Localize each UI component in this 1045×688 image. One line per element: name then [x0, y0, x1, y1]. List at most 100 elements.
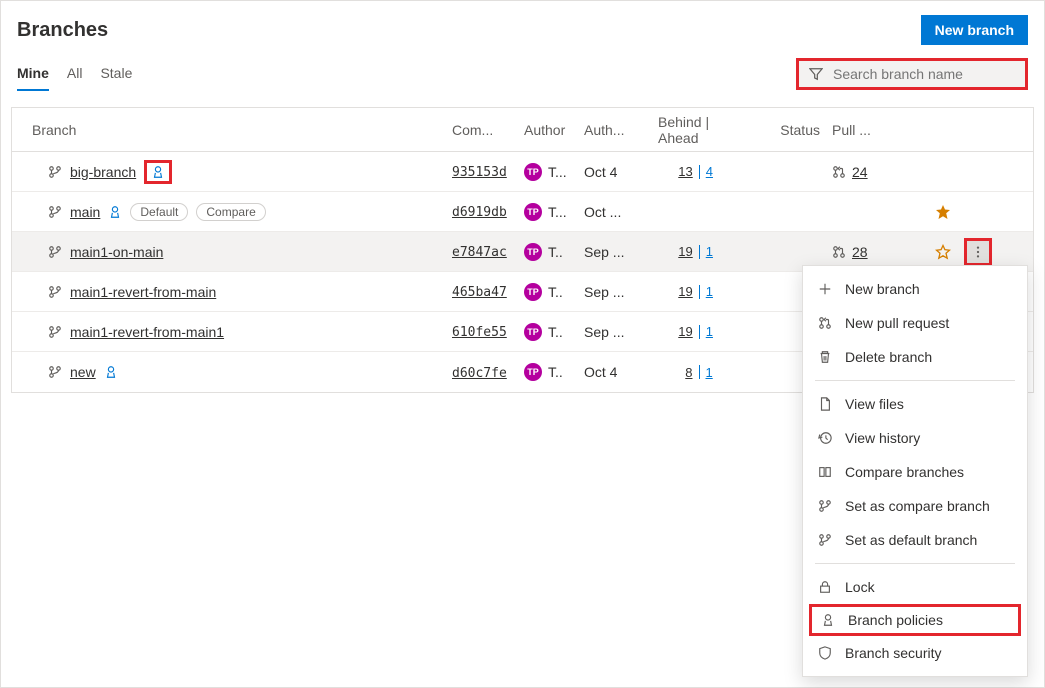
lock-icon — [817, 579, 833, 595]
menu-item-label: Branch security — [845, 645, 941, 661]
compare-icon — [817, 464, 833, 480]
ahead-count[interactable]: 1 — [706, 324, 720, 339]
table-header: Branch Com... Author Auth... Behind | Ah… — [12, 108, 1033, 152]
more-options-button[interactable] — [964, 238, 992, 266]
authored-date: Oct ... — [584, 204, 646, 220]
branch-name-link[interactable]: main — [70, 204, 100, 220]
avatar: TP — [524, 243, 542, 261]
author-name: T.. — [548, 284, 563, 300]
search-box[interactable] — [796, 58, 1028, 90]
menu-item-label: Set as compare branch — [845, 498, 990, 514]
authored-date: Sep ... — [584, 284, 646, 300]
menu-item-label: View history — [845, 430, 920, 446]
menu-item-delete-branch[interactable]: Delete branch — [803, 340, 1027, 374]
commit-link[interactable]: 610fe55 — [452, 325, 507, 340]
menu-item-new-pull-request[interactable]: New pull request — [803, 306, 1027, 340]
branch-icon — [48, 365, 62, 379]
pr-icon — [817, 315, 833, 331]
menu-item-label: New pull request — [845, 315, 949, 331]
tab-bar: Mine All Stale — [17, 57, 132, 91]
behind-count[interactable]: 19 — [678, 324, 692, 339]
authored-date: Oct 4 — [584, 164, 646, 180]
menu-item-branch-security[interactable]: Branch security — [803, 636, 1027, 670]
commit-link[interactable]: e7847ac — [452, 245, 507, 260]
ba-separator — [699, 165, 700, 179]
col-header-pr[interactable]: Pull ... — [826, 122, 926, 138]
col-header-status[interactable]: Status — [752, 122, 826, 138]
menu-separator — [815, 563, 1015, 564]
pull-request-link[interactable]: 24 — [852, 164, 868, 180]
branch-icon — [817, 532, 833, 548]
col-header-authored[interactable]: Auth... — [584, 122, 646, 138]
col-header-commit[interactable]: Com... — [452, 122, 524, 138]
commit-link[interactable]: d60c7fe — [452, 366, 507, 381]
ahead-count[interactable]: 1 — [706, 284, 720, 299]
branch-icon — [48, 285, 62, 299]
plus-icon — [817, 281, 833, 297]
author-name: T.. — [548, 364, 563, 380]
menu-item-view-history[interactable]: View history — [803, 421, 1027, 455]
table-row[interactable]: big-branch935153dTPT...Oct 413424 — [12, 152, 1033, 192]
menu-item-lock[interactable]: Lock — [803, 570, 1027, 604]
menu-item-new-branch[interactable]: New branch — [803, 272, 1027, 306]
author-name: T.. — [548, 324, 563, 340]
ba-separator — [699, 325, 700, 339]
menu-item-label: Branch policies — [848, 612, 943, 628]
menu-item-label: Delete branch — [845, 349, 932, 365]
tab-stale[interactable]: Stale — [100, 57, 132, 91]
policy-badge-icon[interactable] — [104, 365, 118, 379]
shield-icon — [817, 645, 833, 661]
author-name: T.. — [548, 244, 563, 260]
favorite-star-icon[interactable] — [935, 244, 951, 260]
avatar: TP — [524, 203, 542, 221]
policy-badge-icon[interactable] — [108, 205, 122, 219]
default-badge: Default — [130, 203, 188, 221]
ahead-count[interactable]: 4 — [706, 164, 720, 179]
menu-item-set-as-default-branch[interactable]: Set as default branch — [803, 523, 1027, 557]
branch-icon — [48, 245, 62, 259]
menu-item-label: New branch — [845, 281, 920, 297]
authored-date: Sep ... — [584, 324, 646, 340]
compare-badge: Compare — [196, 203, 265, 221]
ahead-count[interactable]: 1 — [706, 365, 720, 380]
pull-request-icon — [832, 245, 846, 259]
behind-count[interactable]: 19 — [678, 244, 692, 259]
ahead-count[interactable]: 1 — [706, 244, 720, 259]
avatar: TP — [524, 323, 542, 341]
branch-name-link[interactable]: big-branch — [70, 164, 136, 180]
policy-badge-icon[interactable] — [144, 160, 172, 184]
menu-item-compare-branches[interactable]: Compare branches — [803, 455, 1027, 489]
branch-name-link[interactable]: new — [70, 364, 96, 380]
behind-count[interactable]: 8 — [679, 365, 693, 380]
favorite-star-icon[interactable] — [935, 204, 951, 220]
file-icon — [817, 396, 833, 412]
branch-name-link[interactable]: main1-on-main — [70, 244, 163, 260]
branch-icon — [817, 498, 833, 514]
menu-item-view-files[interactable]: View files — [803, 387, 1027, 421]
branch-context-menu[interactable]: New branch New pull request Delete branch V… — [802, 265, 1028, 677]
behind-count[interactable]: 19 — [678, 284, 692, 299]
new-branch-button[interactable]: New branch — [921, 15, 1028, 45]
ba-separator — [699, 365, 700, 379]
commit-link[interactable]: d6919db — [452, 205, 507, 220]
menu-item-set-as-compare-branch[interactable]: Set as compare branch — [803, 489, 1027, 523]
behind-count[interactable]: 13 — [678, 164, 692, 179]
menu-item-label: Set as default branch — [845, 532, 977, 548]
commit-link[interactable]: 935153d — [452, 165, 507, 180]
col-header-author[interactable]: Author — [524, 122, 584, 138]
commit-link[interactable]: 465ba47 — [452, 285, 507, 300]
branch-icon — [48, 325, 62, 339]
author-name: T... — [548, 204, 567, 220]
search-input[interactable] — [831, 65, 1016, 83]
branch-icon — [48, 205, 62, 219]
branch-name-link[interactable]: main1-revert-from-main1 — [70, 324, 224, 340]
branch-name-link[interactable]: main1-revert-from-main — [70, 284, 216, 300]
tab-mine[interactable]: Mine — [17, 57, 49, 91]
menu-item-branch-policies[interactable]: Branch policies — [809, 604, 1021, 636]
table-row[interactable]: main Default Compare d6919db TP T... Oct ... — [12, 192, 1033, 232]
history-icon — [817, 430, 833, 446]
pull-request-link[interactable]: 28 — [852, 244, 868, 260]
col-header-behind-ahead[interactable]: Behind | Ahead — [646, 114, 752, 146]
col-header-branch[interactable]: Branch — [12, 122, 452, 138]
tab-all[interactable]: All — [67, 57, 83, 91]
